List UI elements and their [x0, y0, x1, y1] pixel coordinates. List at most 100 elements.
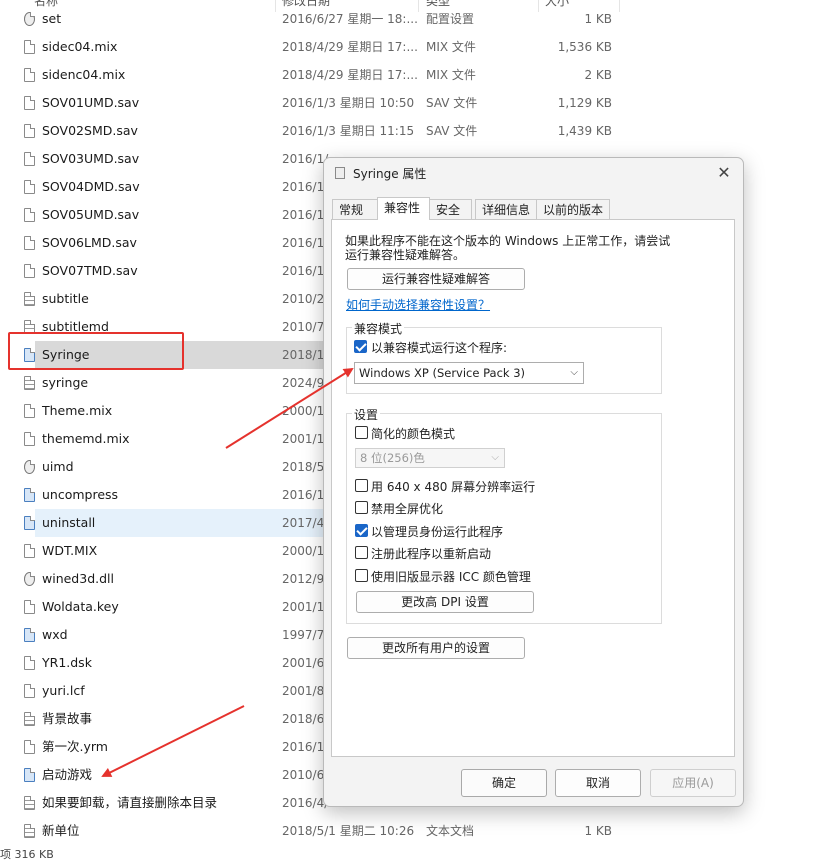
- file-icon: [24, 180, 35, 194]
- file-date: 2016/4/: [282, 796, 329, 810]
- file-date: 1997/7/: [282, 628, 329, 642]
- compat-mode-checkbox[interactable]: [354, 340, 367, 353]
- app-icon: [24, 768, 35, 782]
- gear-icon: [24, 12, 35, 26]
- color-depth-dropdown[interactable]: 8 位(256)色 ⌵: [355, 448, 505, 468]
- apply-button[interactable]: 应用(A): [650, 769, 736, 797]
- file-name: 新单位: [42, 823, 80, 838]
- os-version-value: Windows XP (Service Pack 3): [359, 366, 526, 380]
- app-icon: [24, 488, 35, 502]
- file-date: 2016/1/: [282, 180, 329, 194]
- table-row[interactable]: sidec04.mix 2018/4/29 星期日 17:... MIX 文件 1,5…: [0, 33, 640, 61]
- intro-text-line2: 运行兼容性疑难解答。: [345, 248, 466, 262]
- dialog-titlebar[interactable]: Syringe 属性 ✕: [324, 158, 743, 188]
- file-name: 第一次.yrm: [42, 739, 108, 754]
- file-name: YR1.dsk: [42, 655, 92, 670]
- file-date: 2018/4/29 星期日 17:...: [282, 40, 418, 54]
- res-640-checkbox[interactable]: [355, 479, 368, 492]
- file-date: 2017/4/: [282, 516, 329, 530]
- file-name: sidec04.mix: [42, 39, 118, 54]
- settings-group-label: 设置: [352, 406, 381, 423]
- file-name: thememd.mix: [42, 431, 130, 446]
- manual-compat-settings-link[interactable]: 如何手动选择兼容性设置？: [346, 296, 490, 313]
- file-name: SOV06LMD.sav: [42, 235, 137, 250]
- file-size: 1,536 KB: [557, 40, 612, 54]
- file-icon: [24, 740, 35, 754]
- file-size: 1,439 KB: [557, 124, 612, 138]
- file-name: 如果要卸载，请直接删除本目录: [42, 795, 218, 810]
- all-users-settings-button[interactable]: 更改所有用户的设置: [347, 637, 525, 659]
- table-row[interactable]: 新单位 2018/5/1 星期二 10:26 文本文档 1 KB: [0, 817, 640, 845]
- chevron-down-icon: ⌵: [491, 452, 499, 463]
- file-date: 2000/1: [282, 404, 325, 418]
- file-icon: [24, 68, 35, 82]
- file-icon: [24, 236, 35, 250]
- tab-details[interactable]: 详细信息: [475, 199, 537, 219]
- file-type: SAV 文件: [426, 124, 478, 138]
- close-icon[interactable]: ✕: [713, 162, 735, 184]
- file-name: SOV05UMD.sav: [42, 207, 140, 222]
- file-icon: [24, 124, 35, 138]
- fullscreen-opt-checkbox[interactable]: [355, 501, 368, 514]
- file-type: SAV 文件: [426, 96, 478, 110]
- compatibility-panel: 如果此程序不能在这个版本的 Windows 上正常工作，请尝试 运行兼容性疑难解…: [331, 219, 735, 757]
- table-row[interactable]: SOV02SMD.sav 2016/1/3 星期日 11:15 SAV 文件 1,43…: [0, 117, 640, 145]
- file-date: 2018/4/29 星期日 17:...: [282, 68, 418, 82]
- run-troubleshooter-button[interactable]: 运行兼容性疑难解答: [347, 268, 525, 290]
- file-date: 2016/1/: [282, 236, 329, 250]
- file-name: subtitle: [42, 291, 89, 306]
- text-file-icon: [24, 292, 35, 306]
- reduced-color-label: 简化的颜色模式: [371, 427, 456, 441]
- file-date: 2024/9/: [282, 376, 329, 390]
- tab-security[interactable]: 安全: [429, 199, 472, 219]
- file-date: 2018/1/: [282, 348, 329, 362]
- file-icon: [24, 684, 35, 698]
- ok-button[interactable]: 确定: [461, 769, 547, 797]
- file-name: SOV02SMD.sav: [42, 123, 138, 138]
- run-as-admin-label: 以管理员身份运行此程序: [371, 525, 504, 539]
- file-type: 文本文档: [426, 824, 475, 838]
- file-size: 1,129 KB: [557, 96, 612, 110]
- file-name: sidenc04.mix: [42, 67, 126, 82]
- file-name: Woldata.key: [42, 599, 119, 614]
- file-date: 2001/6/: [282, 656, 329, 670]
- table-row[interactable]: SOV01UMD.sav 2016/1/3 星期日 10:50 SAV 文件 1,12…: [0, 89, 640, 117]
- run-as-admin-checkbox[interactable]: [355, 524, 368, 537]
- file-date: 2016/1/: [282, 152, 329, 166]
- file-icon: [24, 544, 35, 558]
- file-date: 2001/8/: [282, 684, 329, 698]
- file-date: 2001/1: [282, 432, 325, 446]
- tab-compatibility[interactable]: 兼容性: [377, 197, 430, 220]
- file-date: 2000/1: [282, 544, 325, 558]
- file-name: SOV01UMD.sav: [42, 95, 140, 110]
- cancel-button[interactable]: 取消: [555, 769, 641, 797]
- file-name: SOV07TMD.sav: [42, 263, 138, 278]
- file-icon: [24, 656, 35, 670]
- register-restart-checkbox[interactable]: [355, 546, 368, 559]
- tab-general[interactable]: 常规: [332, 199, 378, 219]
- file-icon: [24, 96, 35, 110]
- app-icon: [335, 167, 345, 179]
- text-file-icon: [24, 824, 35, 838]
- legacy-icc-checkbox[interactable]: [355, 569, 368, 582]
- change-dpi-button[interactable]: 更改高 DPI 设置: [356, 591, 534, 613]
- reduced-color-checkbox[interactable]: [355, 426, 368, 439]
- table-row[interactable]: set 2016/6/27 星期一 18:... 配置设置 1 KB: [0, 5, 640, 33]
- file-name: wxd: [42, 627, 68, 642]
- text-file-icon: [24, 712, 35, 726]
- table-row[interactable]: sidenc04.mix 2018/4/29 星期日 17:... MIX 文件 2 …: [0, 61, 640, 89]
- app-icon: [24, 628, 35, 642]
- file-date: 2018/5/1 星期二 10:26: [282, 824, 415, 838]
- os-version-dropdown[interactable]: Windows XP (Service Pack 3) ⌵: [354, 362, 584, 384]
- file-date: 2016/1/3 星期日 11:15: [282, 124, 415, 138]
- app-icon: [24, 516, 35, 530]
- file-date: 2016/6/27 星期一 18:...: [282, 12, 418, 26]
- text-file-icon: [24, 796, 35, 810]
- fullscreen-opt-label: 禁用全屏优化: [371, 502, 444, 516]
- tab-previous-versions[interactable]: 以前的版本: [536, 199, 610, 219]
- file-name: WDT.MIX: [42, 543, 98, 558]
- dialog-title: Syringe 属性: [353, 167, 427, 181]
- file-name: uncompress: [42, 487, 119, 502]
- file-name: yuri.lcf: [42, 683, 85, 698]
- file-size: 2 KB: [584, 68, 612, 82]
